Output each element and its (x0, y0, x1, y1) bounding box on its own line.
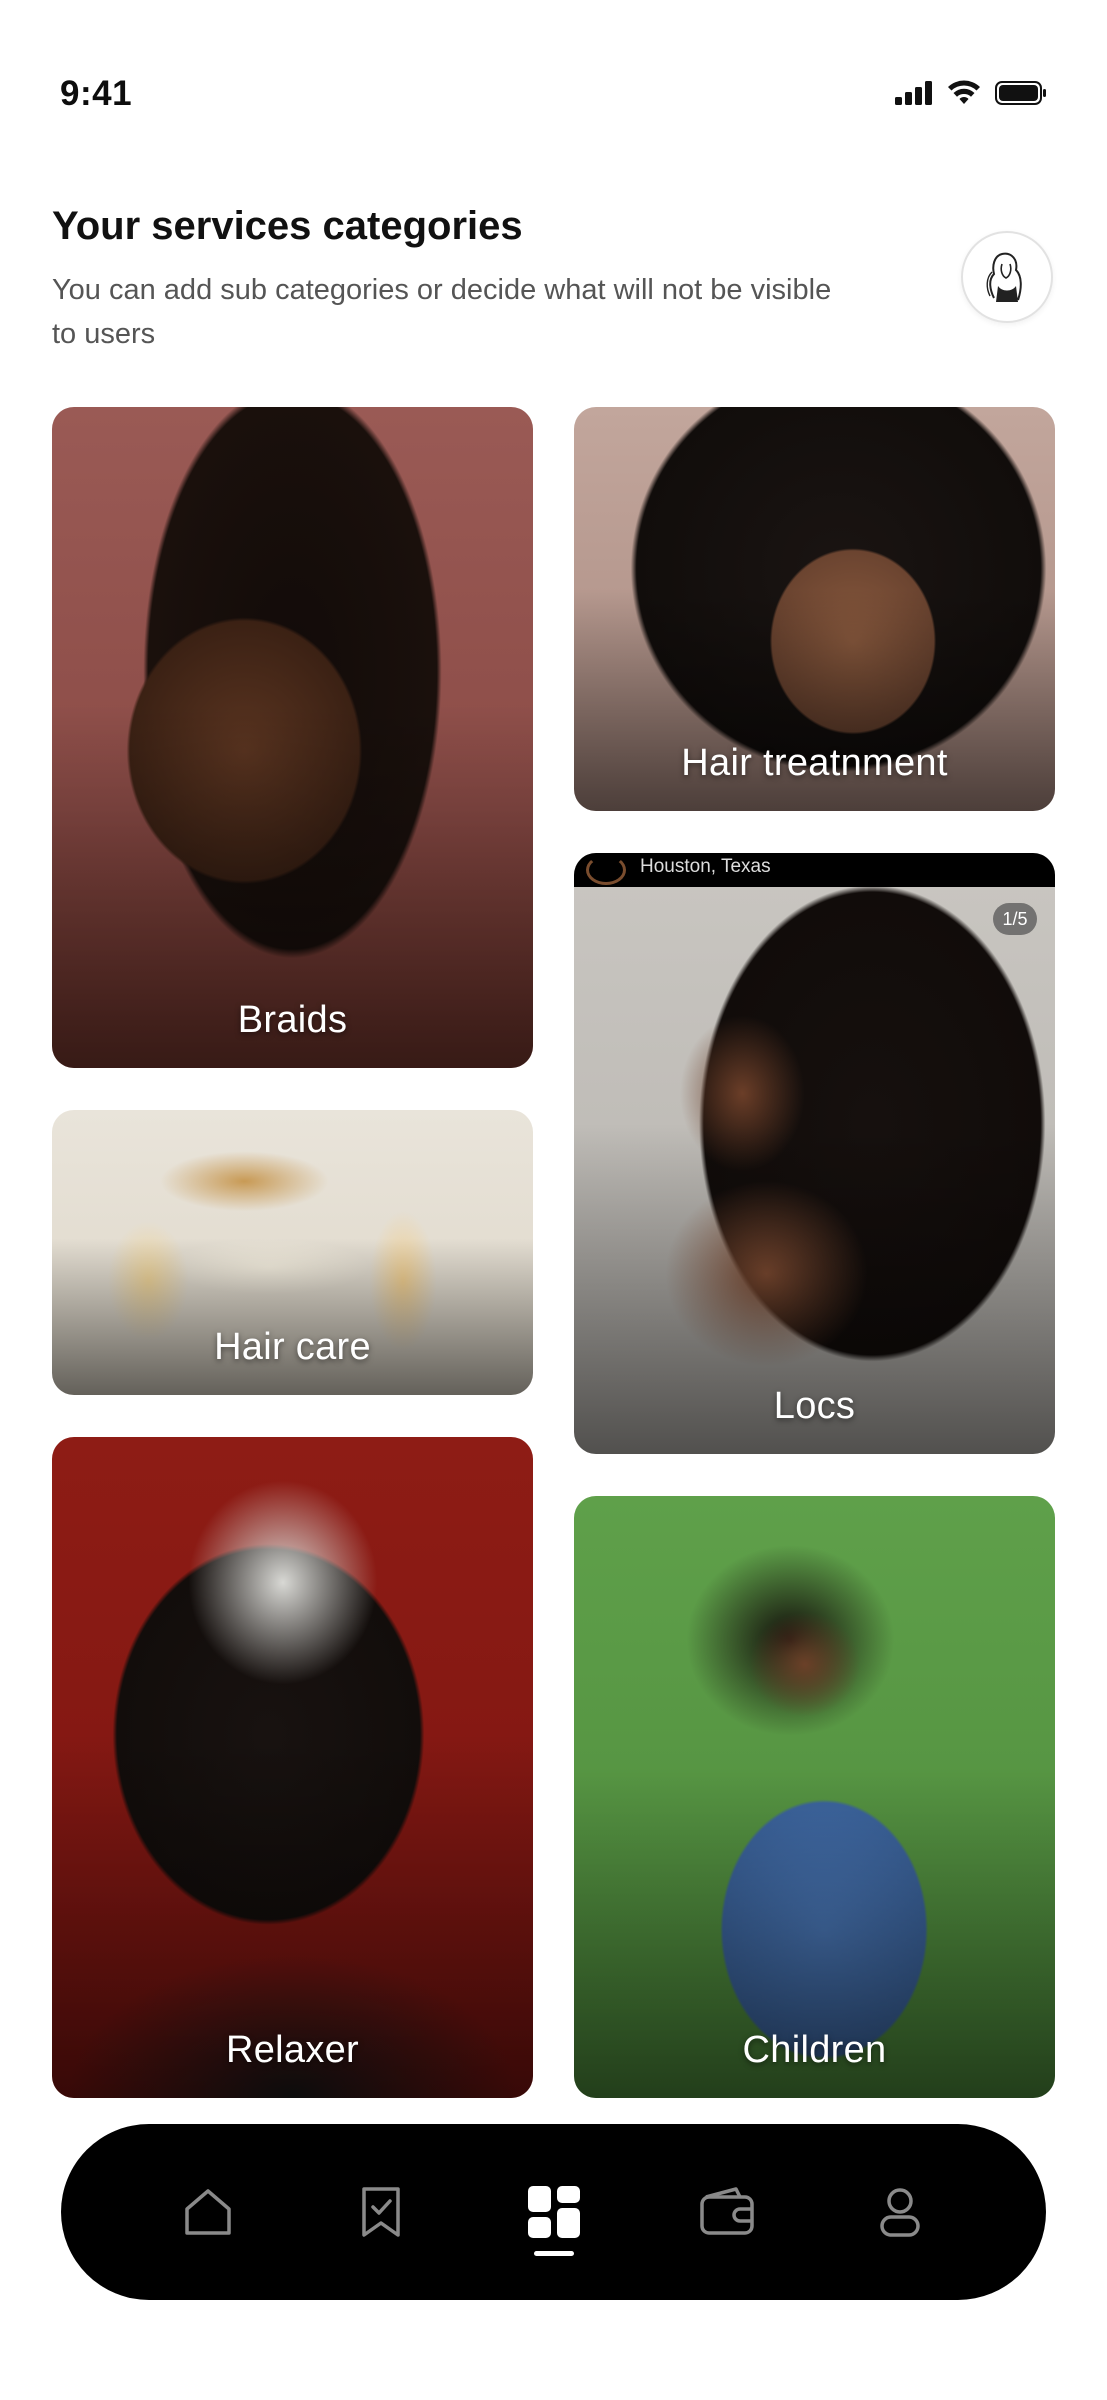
location-text: Houston, Texas (640, 856, 771, 877)
user-icon (879, 2188, 920, 2237)
wallet-icon (699, 2187, 754, 2235)
category-label: Braids (237, 999, 348, 1041)
nav-categories[interactable] (514, 2162, 594, 2262)
battery-icon (995, 81, 1046, 105)
bottom-nav (61, 2124, 1046, 2300)
category-card-locs[interactable]: Houston, Texas 1/5 Locs (574, 853, 1055, 1454)
nav-wallet[interactable] (687, 2162, 767, 2262)
page-subtitle: You can add sub categories or decide wha… (52, 274, 832, 350)
signal-icon (895, 81, 932, 105)
category-label: Relaxer (225, 2029, 360, 2071)
categories-grid-icon (527, 2186, 580, 2238)
category-card-braids[interactable]: Braids (52, 407, 533, 1068)
active-indicator (533, 2251, 574, 2256)
profile-ring-icon (586, 855, 626, 885)
status-icons (895, 80, 1047, 106)
image-counter-badge: 1/5 (993, 903, 1037, 935)
home-icon (184, 2189, 231, 2235)
nav-home[interactable] (168, 2162, 248, 2262)
status-bar: 9:41 (0, 0, 1107, 140)
category-label: Children (742, 2029, 887, 2071)
category-label: Locs (773, 1385, 856, 1427)
location-bar: Houston, Texas (574, 853, 1055, 887)
category-label: Hair treatnment (681, 742, 948, 784)
category-card-hair-treatment[interactable]: Hair treatnment (574, 407, 1055, 811)
status-time: 9:41 (60, 74, 133, 113)
wifi-icon (948, 80, 980, 104)
category-card-children[interactable]: Children (574, 1496, 1055, 2098)
nav-bookings[interactable] (341, 2162, 421, 2262)
category-card-hair-care[interactable]: Hair care (52, 1110, 533, 1395)
avatar-illustration-icon (986, 252, 1022, 302)
avatar[interactable] (961, 231, 1053, 323)
category-label: Hair care (214, 1326, 371, 1368)
bookmark-check-icon (361, 2187, 400, 2237)
nav-profile[interactable] (860, 2162, 940, 2262)
page-title: Your services categories (52, 204, 523, 248)
category-card-relaxer[interactable]: Relaxer (52, 1437, 533, 2098)
